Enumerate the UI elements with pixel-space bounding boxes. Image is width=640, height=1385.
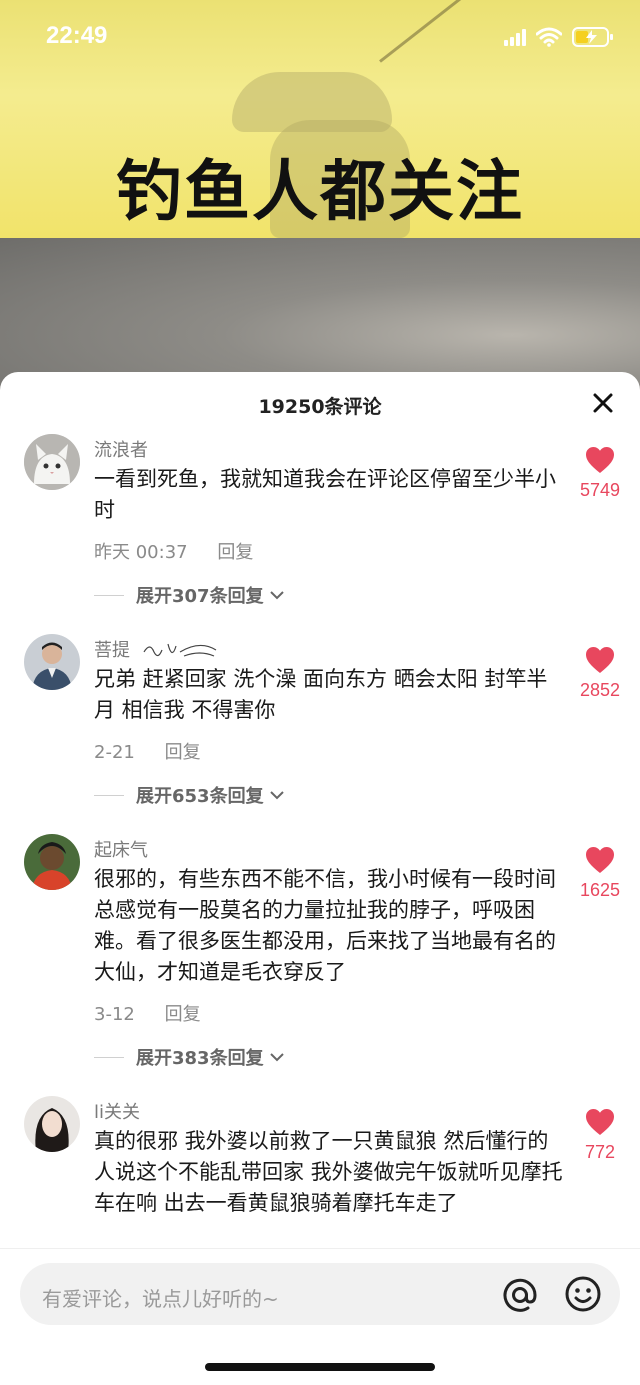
cellular-signal-icon — [504, 28, 526, 46]
expand-replies-label: 展开383条回复 — [136, 1048, 264, 1069]
emoji-button[interactable] — [564, 1275, 602, 1313]
comment-text[interactable]: 一看到死鱼，我就知道我会在评论区停留至少半小时 — [94, 464, 564, 526]
comment-time: 昨天 00:37 — [94, 542, 188, 563]
comment-item[interactable]: 流浪者 一看到死鱼，我就知道我会在评论区停留至少半小时 昨天 00:37 回复 … — [0, 434, 640, 634]
comment-meta: 昨天 00:37 回复 — [94, 538, 253, 564]
heart-icon — [586, 647, 614, 673]
comments-sheet: 19250条评论 流浪者 一看到死鱼，我就知道我会在评论区停留至少半小时 昨天 … — [0, 372, 640, 1385]
avatar[interactable] — [24, 1096, 80, 1152]
comment-input[interactable]: 有爱评论，说点儿好听的~ — [20, 1263, 620, 1325]
comment-item[interactable]: 起床气 很邪的，有些东西不能不信，我小时候有一段时间总感觉有一股莫名的力量拉扯我… — [0, 834, 640, 1096]
status-bar: 22:49 — [0, 0, 640, 80]
comment-username[interactable]: 起床气 — [94, 836, 148, 862]
avatar[interactable] — [24, 634, 80, 690]
like-button[interactable]: 1625 — [572, 846, 628, 901]
expand-replies-label: 展开653条回复 — [136, 786, 264, 807]
heart-icon — [586, 847, 614, 873]
like-button[interactable]: 772 — [572, 1108, 628, 1163]
comment-meta: 2-21 回复 — [94, 738, 201, 764]
comment-item[interactable]: li关关 真的很邪 我外婆以前救了一只黄鼠狼 然后懂行的人说这个不能乱带回家 我… — [0, 1096, 640, 1252]
like-count: 772 — [584, 1142, 616, 1162]
comment-username[interactable]: li关关 — [94, 1098, 140, 1124]
divider — [94, 1056, 124, 1058]
home-indicator[interactable] — [205, 1363, 435, 1371]
expand-replies-button[interactable]: 展开383条回复 — [94, 1044, 286, 1070]
signature-doodle-icon — [143, 643, 217, 657]
reply-button[interactable]: 回复 — [217, 542, 253, 563]
chevron-down-icon — [269, 591, 284, 600]
comment-time: 2-21 — [94, 742, 135, 763]
comment-meta: 3-12 回复 — [94, 1000, 201, 1026]
divider — [94, 594, 124, 596]
avatar[interactable] — [24, 834, 80, 890]
like-count: 5749 — [579, 480, 621, 500]
like-count: 2852 — [579, 680, 621, 700]
avatar[interactable] — [24, 434, 80, 490]
status-icons — [504, 26, 614, 48]
close-icon — [593, 393, 613, 413]
smiley-face-icon — [565, 1276, 601, 1312]
comment-item[interactable]: 菩提 兄弟 赶紧回家 洗个澡 面向东方 晒会太阳 封竿半月 相信我 不得害你 2… — [0, 634, 640, 834]
reply-button[interactable]: 回复 — [165, 742, 201, 763]
comment-text[interactable]: 真的很邪 我外婆以前救了一只黄鼠狼 然后懂行的人说这个不能乱带回家 我外婆做完午… — [94, 1126, 564, 1219]
expand-replies-label: 展开307条回复 — [136, 586, 264, 607]
like-button[interactable]: 5749 — [572, 446, 628, 501]
chevron-down-icon — [269, 1053, 284, 1062]
divider — [94, 794, 124, 796]
comment-input-bar: 有爱评论，说点儿好听的~ — [0, 1248, 640, 1385]
comments-header: 19250条评论 — [0, 372, 640, 434]
heart-icon — [586, 1109, 614, 1135]
comment-input-placeholder: 有爱评论，说点儿好听的~ — [42, 1287, 279, 1311]
reply-button[interactable]: 回复 — [165, 1004, 201, 1025]
video-title-text: 钓鱼人都关注 — [116, 153, 524, 230]
comment-time: 3-12 — [94, 1004, 135, 1025]
mention-button[interactable] — [500, 1275, 540, 1315]
at-sign-icon — [503, 1278, 537, 1312]
close-button[interactable] — [590, 390, 616, 416]
like-count: 1625 — [579, 880, 621, 900]
wifi-icon — [536, 27, 562, 47]
expand-replies-button[interactable]: 展开653条回复 — [94, 782, 286, 808]
comment-username[interactable]: 菩提 — [94, 640, 130, 661]
battery-charging-icon — [572, 26, 614, 48]
chevron-down-icon — [269, 791, 284, 800]
comment-username-row: 菩提 — [94, 636, 220, 662]
comment-username[interactable]: 流浪者 — [94, 436, 148, 462]
comment-text[interactable]: 兄弟 赶紧回家 洗个澡 面向东方 晒会太阳 封竿半月 相信我 不得害你 — [94, 664, 564, 726]
expand-replies-button[interactable]: 展开307条回复 — [94, 582, 286, 608]
status-time: 22:49 — [46, 22, 108, 49]
heart-icon — [586, 447, 614, 473]
comment-text[interactable]: 很邪的，有些东西不能不信，我小时候有一段时间总感觉有一股莫名的力量拉扯我的脖子，… — [94, 864, 564, 988]
like-button[interactable]: 2852 — [572, 646, 628, 701]
comment-count-title: 19250条评论 — [258, 396, 382, 418]
